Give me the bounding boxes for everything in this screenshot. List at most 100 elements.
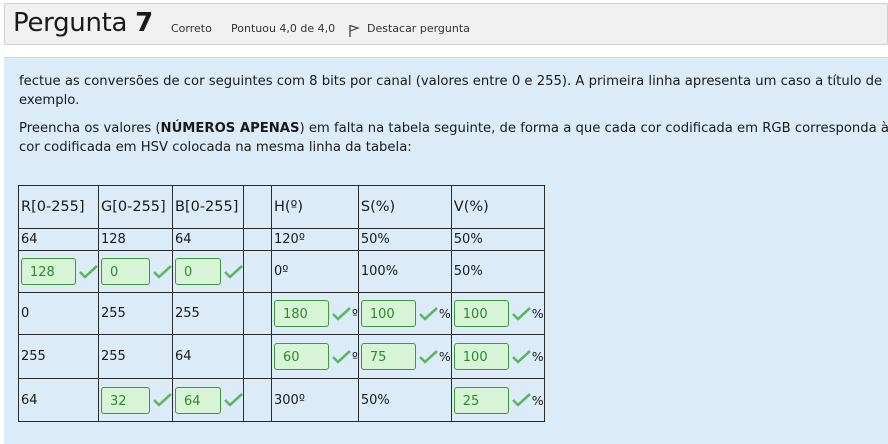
cell-sep <box>243 292 272 335</box>
table-row: 64 32 64 300º 50% 25% <box>18 378 545 422</box>
question-title: Pergunta 7 <box>13 8 153 38</box>
cell-sep <box>243 228 272 251</box>
cell-s: 50% <box>357 378 452 422</box>
correct-check-icon <box>418 349 438 364</box>
cell-s: 50% <box>357 228 452 251</box>
answer-wrapper: 0 <box>101 258 172 285</box>
cell-h: 60 º <box>271 334 359 379</box>
cell-v: 100% <box>450 292 545 335</box>
cell-r: 64 <box>18 228 99 251</box>
answer-wrapper: 100% <box>360 300 451 327</box>
question-title-word: Pergunta <box>13 8 128 38</box>
instruction-paragraph-1: fectue as conversões de cor seguintes co… <box>19 74 883 108</box>
answer-wrapper: 60 º <box>274 343 358 370</box>
correct-check-icon <box>511 349 531 364</box>
answer-wrapper: 100% <box>453 300 544 327</box>
answer-wrapper: 100% <box>453 343 544 370</box>
cell-g: 0 <box>98 250 173 293</box>
answer-wrapper: 25% <box>453 386 544 414</box>
question-info-bar: Pergunta 7 Correto Pontuou 4,0 de 4,0 De… <box>4 3 888 45</box>
unit-label: % <box>438 349 451 364</box>
answer-wrapper: 180 º <box>274 300 358 327</box>
question-score: Pontuou 4,0 de 4,0 <box>231 22 336 35</box>
table-row: 255 255 64 60 º 75% 100% <box>18 334 545 379</box>
unit-label: º <box>352 306 358 321</box>
header-s: S(%) <box>357 185 452 229</box>
unit-label: º <box>352 349 358 364</box>
correct-check-icon <box>332 306 351 321</box>
cell-r: 255 <box>18 334 99 379</box>
unit-label: % <box>531 349 544 364</box>
answer-input-v[interactable]: 100 <box>453 343 509 370</box>
header-sep <box>243 185 272 229</box>
cell-v: 100% <box>450 334 545 379</box>
cell-s: 75% <box>357 334 452 379</box>
flag-question-link[interactable]: Destacar pergunta <box>367 22 470 35</box>
cell-s: 100% <box>357 250 452 293</box>
answer-wrapper: 32 <box>101 386 172 414</box>
instruction-paragraph-2: Preencha os valores (NÚMEROS APENAS) em … <box>19 119 888 157</box>
instruction-emphasis: NÚMEROS APENAS <box>160 121 300 136</box>
correct-check-icon <box>224 264 243 279</box>
correct-check-icon <box>332 349 351 364</box>
table-row: 128 0 0 0º 100% 50% <box>18 250 545 293</box>
unit-label: % <box>531 306 544 321</box>
correct-check-icon <box>511 393 531 407</box>
answer-input-h[interactable]: 180 <box>274 300 329 327</box>
correct-check-icon <box>79 264 98 279</box>
cell-g: 255 <box>98 334 173 379</box>
answer-wrapper: 128 <box>21 258 98 285</box>
question-number: 7 <box>135 8 153 38</box>
cell-b: 0 <box>172 250 244 293</box>
answer-wrapper: 64 <box>175 386 243 414</box>
cell-v: 50% <box>450 250 545 293</box>
correct-check-icon <box>153 264 172 279</box>
cell-v: 25% <box>450 378 545 422</box>
answer-input-s[interactable]: 100 <box>360 300 416 327</box>
answer-input-b[interactable]: 64 <box>175 386 221 414</box>
correct-check-icon <box>224 393 243 407</box>
answer-wrapper: 0 <box>175 258 243 285</box>
cell-h: 180 º <box>271 292 359 335</box>
answer-input-s[interactable]: 75 <box>360 343 416 370</box>
answer-input-v[interactable]: 100 <box>453 300 509 327</box>
unit-label: % <box>531 392 544 408</box>
answer-input-b[interactable]: 0 <box>175 258 221 285</box>
answer-input-v[interactable]: 25 <box>453 386 509 414</box>
header-h: H(º) <box>271 185 359 229</box>
cell-b: 64 <box>172 334 244 379</box>
cell-g: 128 <box>98 228 173 251</box>
table-row: 64 128 64 120º 50% 50% <box>18 228 545 251</box>
cell-v: 50% <box>450 228 545 251</box>
cell-b: 64 <box>172 228 244 251</box>
color-conversion-table: R[0-255] G[0-255] B[0-255] H(º) S(%) V(%) 64 12… <box>18 185 545 422</box>
cell-b: 64 <box>172 378 244 422</box>
answer-input-g[interactable]: 32 <box>101 386 150 414</box>
answer-input-g[interactable]: 0 <box>101 258 150 285</box>
unit-label: % <box>438 306 451 321</box>
cell-h: 0º <box>271 250 359 293</box>
cell-r: 64 <box>18 378 99 422</box>
answer-input-h[interactable]: 60 <box>274 343 329 370</box>
cell-sep <box>243 378 272 422</box>
correct-check-icon <box>153 393 172 407</box>
cell-h: 300º <box>271 378 359 422</box>
cell-sep <box>243 250 272 293</box>
header-g: G[0-255] <box>98 185 173 229</box>
cell-b: 255 <box>172 292 244 335</box>
correct-check-icon <box>418 306 438 321</box>
instruction-text-pre: Preencha os valores ( <box>19 121 161 136</box>
cell-g: 255 <box>98 292 173 335</box>
correct-check-icon <box>511 306 531 321</box>
table-header-row: R[0-255] G[0-255] B[0-255] H(º) S(%) V(%) <box>18 185 545 229</box>
table-row: 0 255 255 180 º 100% 100% <box>18 292 545 335</box>
flag-icon[interactable] <box>348 24 360 38</box>
header-v: V(%) <box>450 185 545 229</box>
cell-r: 0 <box>18 292 99 335</box>
cell-sep <box>243 334 272 379</box>
cell-g: 32 <box>98 378 173 422</box>
answer-wrapper: 75% <box>360 343 451 370</box>
cell-h: 120º <box>271 228 359 251</box>
question-status: Correto <box>171 22 212 35</box>
answer-input-r[interactable]: 128 <box>21 258 76 285</box>
